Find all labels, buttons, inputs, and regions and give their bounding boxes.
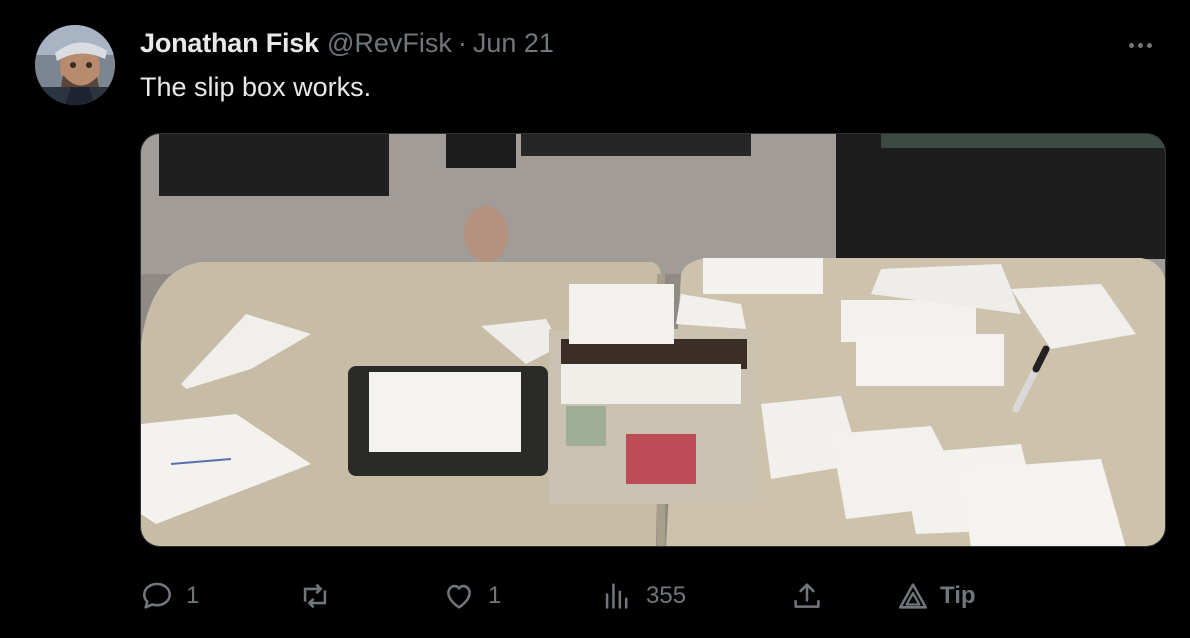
tweet-date[interactable]: Jun 21 bbox=[473, 28, 554, 59]
separator: · bbox=[457, 28, 467, 58]
box-sticker bbox=[626, 434, 696, 484]
reply-button[interactable]: 1 bbox=[140, 575, 199, 617]
reply-count: 1 bbox=[186, 582, 200, 609]
more-dot bbox=[1128, 42, 1134, 48]
floor-light-spot bbox=[464, 206, 508, 262]
box-label bbox=[566, 406, 606, 446]
index-card bbox=[703, 258, 823, 294]
share-button[interactable] bbox=[790, 575, 824, 617]
action-bar: 1 1 355 Tip bbox=[140, 575, 1180, 617]
more-dot bbox=[1146, 42, 1152, 48]
author-name[interactable]: Jonathan Fisk bbox=[140, 28, 319, 59]
repost-button[interactable] bbox=[298, 575, 344, 617]
wicker-chair-left bbox=[159, 134, 389, 196]
tip-button[interactable]: Tip bbox=[896, 575, 976, 617]
avatar-image bbox=[35, 25, 115, 105]
wicker-table-right bbox=[836, 134, 1165, 259]
notepad-paper bbox=[369, 372, 521, 452]
divider-card bbox=[569, 284, 674, 344]
tip-icon bbox=[898, 583, 928, 609]
more-dot bbox=[1137, 42, 1143, 48]
tweet-text: The slip box works. bbox=[140, 72, 372, 102]
views-count: 355 bbox=[646, 582, 687, 609]
tweet-photo[interactable] bbox=[140, 133, 1166, 547]
like-icon bbox=[447, 584, 471, 609]
like-count: 1 bbox=[488, 582, 502, 609]
avatar[interactable] bbox=[35, 25, 115, 105]
glass-top bbox=[881, 134, 1165, 148]
views-button[interactable]: 355 bbox=[600, 575, 686, 617]
author-handle[interactable]: @RevFisk bbox=[327, 28, 452, 59]
repost-icon bbox=[303, 583, 327, 609]
wicker-base bbox=[446, 134, 516, 168]
photo-slip-box-scene bbox=[141, 134, 1165, 546]
wicker-bar bbox=[521, 134, 751, 156]
index-card bbox=[856, 334, 1004, 386]
like-button[interactable]: 1 bbox=[442, 575, 501, 617]
share-icon bbox=[794, 583, 820, 608]
views-icon bbox=[605, 583, 628, 609]
reply-icon bbox=[142, 582, 172, 609]
stored-cards bbox=[561, 364, 741, 404]
more-icon[interactable] bbox=[1120, 30, 1160, 60]
index-card bbox=[961, 459, 1126, 546]
tweet: Jonathan Fisk @RevFisk · Jun 21 The slip… bbox=[0, 0, 1190, 638]
tweet-header: Jonathan Fisk @RevFisk · Jun 21 bbox=[140, 28, 554, 64]
tip-label: Tip bbox=[940, 582, 976, 609]
